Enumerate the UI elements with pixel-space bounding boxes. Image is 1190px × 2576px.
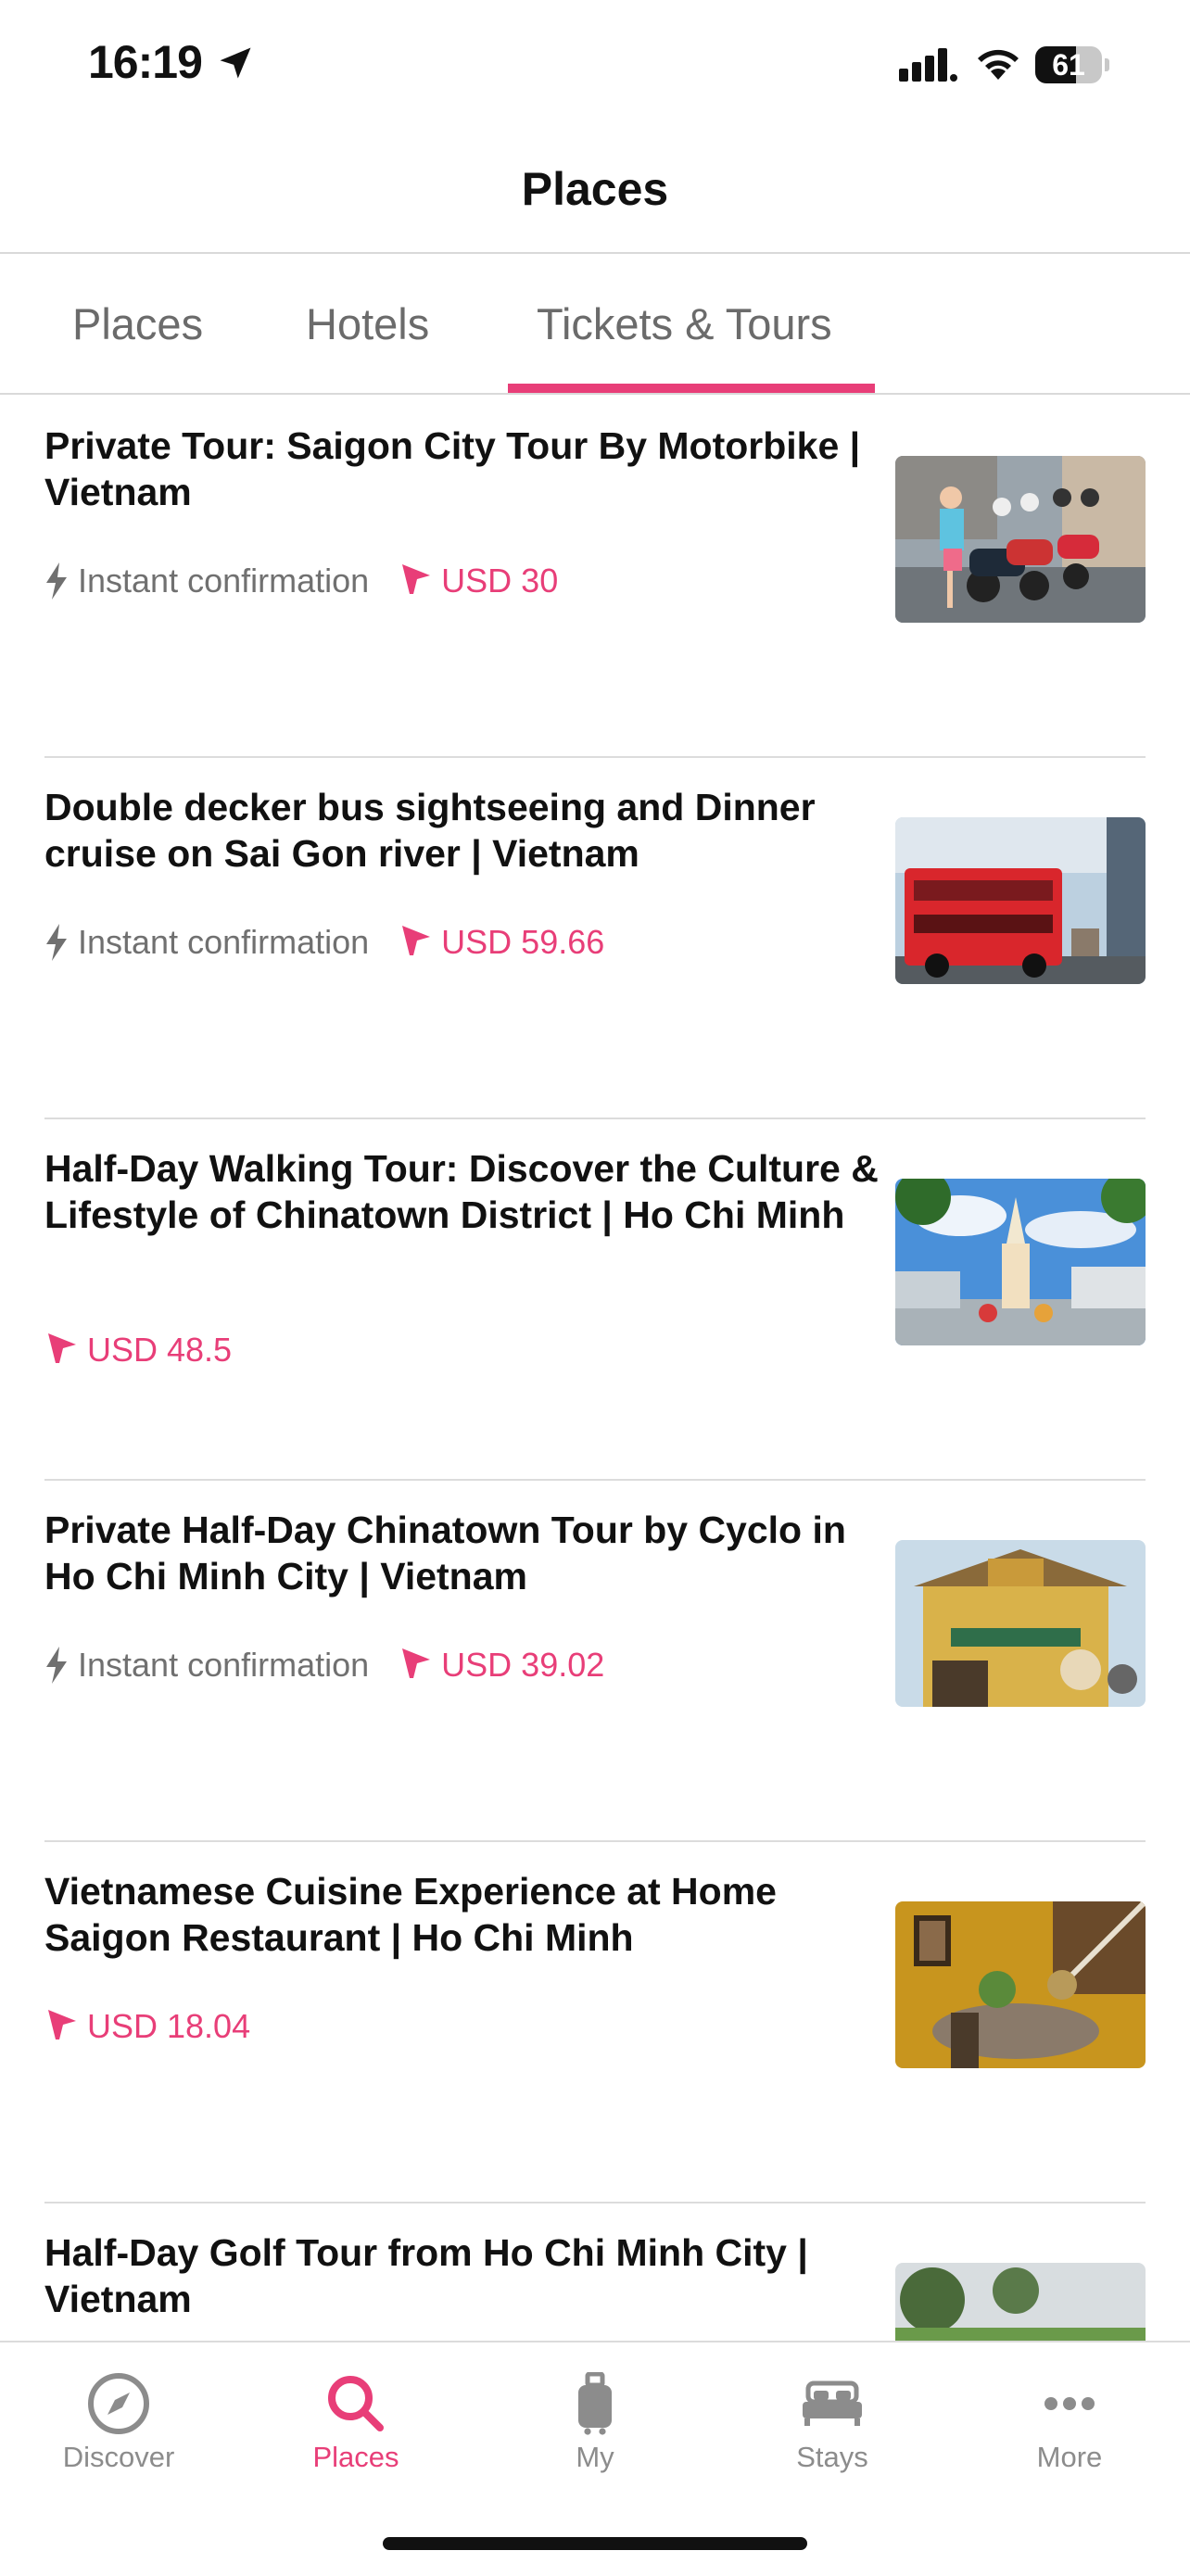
luggage-icon: [578, 2372, 612, 2435]
item-price: USD 30: [399, 562, 558, 600]
status-bar: 16:19 61: [0, 0, 1190, 130]
tabbar-discover[interactable]: Discover: [26, 2367, 211, 2474]
item-meta: Instant confirmation USD 59.66: [44, 919, 604, 966]
tab-tickets-tours[interactable]: Tickets & Tours: [537, 298, 832, 349]
active-tab-indicator: [508, 384, 875, 393]
search-icon: [328, 2376, 384, 2431]
signal-icon: [899, 48, 957, 82]
chinatown-church-image: [895, 1179, 1146, 1345]
home-indicator: [383, 2537, 807, 2550]
item-price: USD 48.5: [44, 1331, 232, 1370]
status-time: 16:19: [88, 36, 203, 88]
item-title: Double decker bus sightseeing and Dinner…: [44, 786, 816, 875]
item-meta: Instant confirmation USD 30: [44, 558, 558, 604]
list-item[interactable]: Half-Day Walking Tour: Discover the Cult…: [44, 1119, 1146, 1481]
tabs-divider: [0, 393, 1190, 395]
item-title: Vietnamese Cuisine Experience at Home Sa…: [44, 1870, 777, 1959]
item-meta: Instant confirmation USD 39.02: [44, 1642, 604, 1688]
instant-confirmation: Instant confirmation: [44, 562, 369, 600]
instant-confirmation: Instant confirmation: [44, 923, 369, 962]
tabbar-label: Stays: [796, 2441, 868, 2473]
battery-level-text: 61: [1052, 48, 1085, 82]
header-divider: [0, 252, 1190, 254]
item-title: Private Half-Day Chinatown Tour by Cyclo…: [44, 1509, 846, 1597]
list-item[interactable]: Private Tour: Saigon City Tour By Motorb…: [44, 397, 1146, 758]
list-item[interactable]: Double decker bus sightseeing and Dinner…: [44, 758, 1146, 1119]
price-flag-icon: [402, 926, 431, 955]
lightning-icon: [46, 562, 67, 600]
item-title: Private Tour: Saigon City Tour By Motorb…: [44, 424, 861, 513]
compass-icon: [88, 2373, 149, 2434]
location-arrow-icon: [220, 47, 251, 79]
item-title: Half-Day Golf Tour from Ho Chi Minh City…: [44, 2231, 808, 2320]
page-title: Places: [521, 163, 669, 215]
lightning-icon: [46, 924, 67, 961]
item-title: Half-Day Walking Tour: Discover the Cult…: [44, 1147, 879, 1236]
tabbar-my[interactable]: My: [502, 2367, 688, 2474]
motorbike-tour-image: [895, 456, 1146, 623]
price-flag-icon: [48, 1333, 76, 1363]
list-item[interactable]: Vietnamese Cuisine Experience at Home Sa…: [44, 1842, 1146, 2203]
tab-hotels[interactable]: Hotels: [306, 298, 429, 349]
item-price: USD 39.02: [399, 1646, 604, 1685]
item-meta: USD 18.04: [44, 2003, 250, 2050]
price-flag-icon: [402, 1648, 431, 1678]
restaurant-interior-image: [895, 1901, 1146, 2068]
tabbar-label: My: [576, 2441, 614, 2473]
lightning-icon: [46, 1647, 67, 1684]
tabbar-label: Discover: [62, 2441, 175, 2473]
item-price: USD 18.04: [44, 2007, 250, 2046]
instant-confirmation: Instant confirmation: [44, 1646, 369, 1685]
double-decker-bus-image: [895, 817, 1146, 984]
tabbar-label: Places: [312, 2441, 399, 2473]
item-price: USD 59.66: [399, 923, 604, 962]
wifi-icon: [978, 49, 1019, 80]
more-icon: [1044, 2397, 1095, 2410]
tab-places[interactable]: Places: [72, 298, 203, 349]
item-meta: USD 48.5: [44, 1327, 232, 1373]
tabbar-stays[interactable]: Stays: [740, 2367, 925, 2474]
price-flag-icon: [48, 2010, 76, 2039]
tabbar-more[interactable]: More: [977, 2367, 1162, 2474]
tabbar-places[interactable]: Places: [263, 2367, 449, 2474]
bed-icon: [803, 2380, 862, 2426]
binh-tay-market-image: [895, 1540, 1146, 1707]
list-item[interactable]: Private Half-Day Chinatown Tour by Cyclo…: [44, 1481, 1146, 1842]
battery-indicator: 61: [1035, 46, 1109, 85]
tabbar-label: More: [1036, 2441, 1103, 2473]
price-flag-icon: [402, 564, 431, 594]
